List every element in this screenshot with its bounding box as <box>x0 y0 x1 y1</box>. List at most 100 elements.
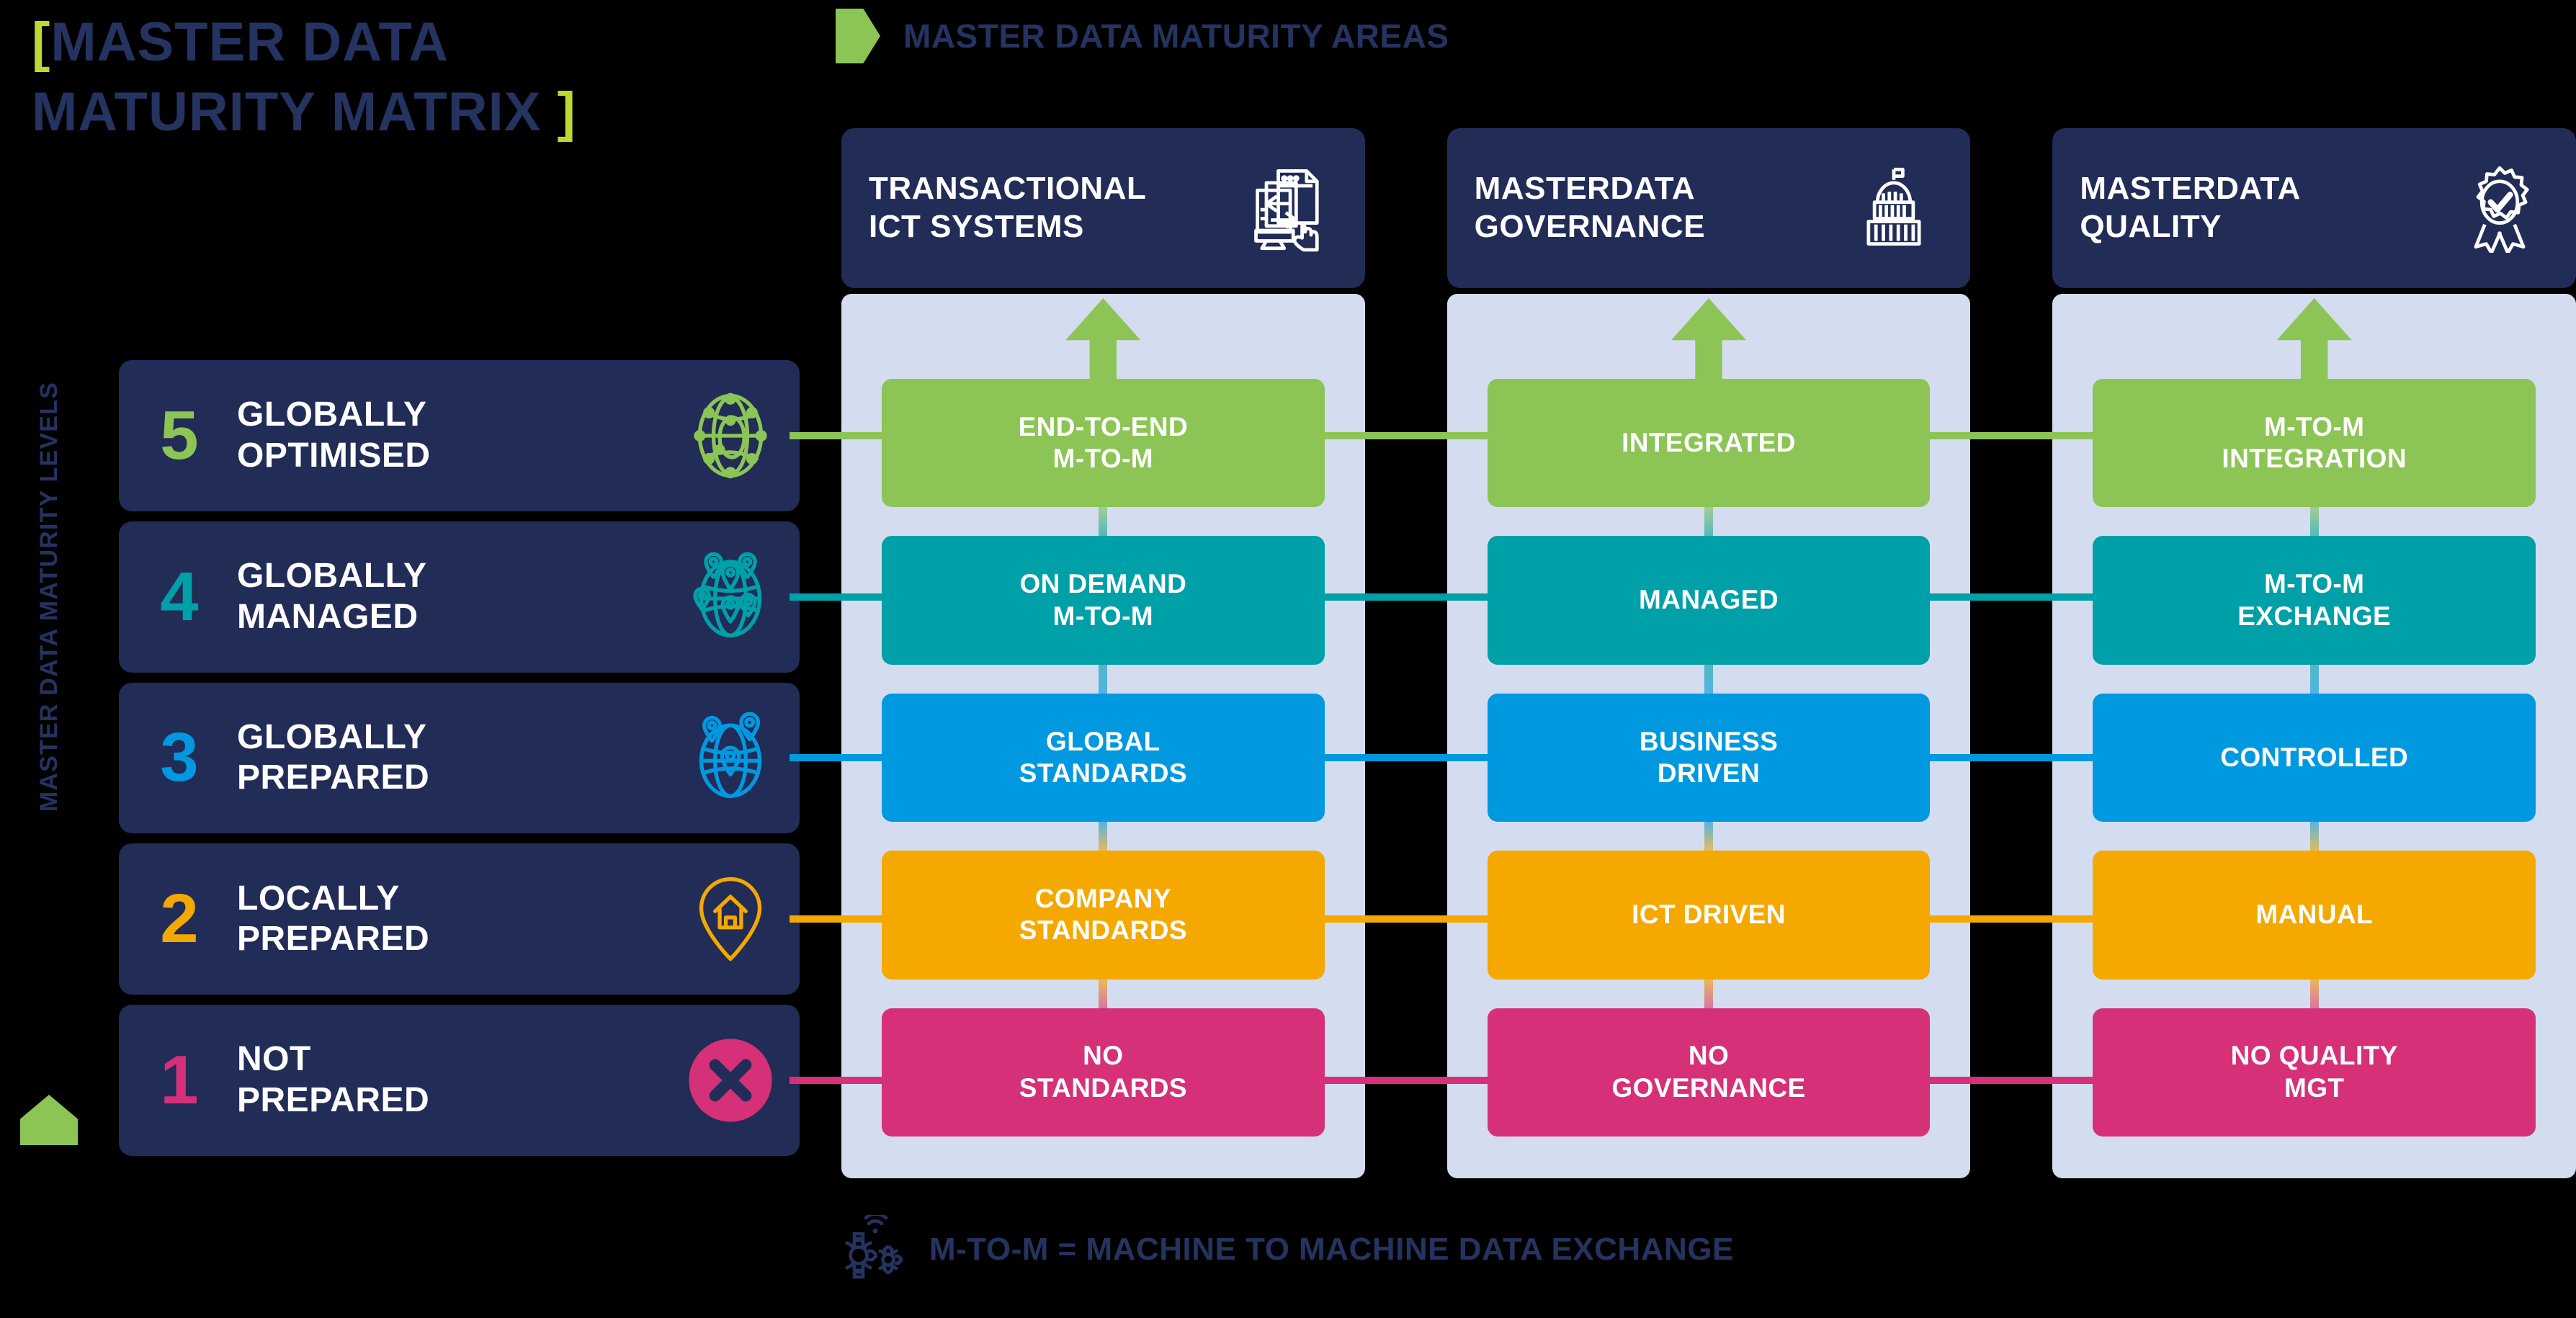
area-cell[interactable]: ON DEMAND M-TO-M <box>882 536 1325 665</box>
cell-connector <box>1099 977 1108 1010</box>
area-cell[interactable]: NO GOVERNANCE <box>1487 1008 1931 1137</box>
area-cell-label: M-TO-M INTEGRATION <box>2213 411 2415 475</box>
arrow-up-icon <box>1671 298 1746 379</box>
area-cell[interactable]: MANUAL <box>2093 851 2536 979</box>
footer-legend: M-TO-M = MACHINE TO MACHINE DATA EXCHANG… <box>836 1210 1734 1289</box>
area-cell[interactable]: NO QUALITY MGT <box>2093 1008 2536 1137</box>
page-title-block: [MASTER DATA MATURITY MATRIX ] <box>0 7 814 194</box>
area-cell[interactable]: NO STANDARDS <box>882 1008 1325 1137</box>
area-cell-line2: GOVERNANCE <box>1611 1072 1806 1103</box>
cell-connector <box>2309 506 2319 538</box>
chevron-right-icon <box>836 9 880 63</box>
levels-axis-label: MASTER DATA MATURITY LEVELS <box>35 382 63 812</box>
area-cell-line2: M-TO-M <box>1052 601 1154 631</box>
area-cell-line1: NO <box>1688 1041 1730 1071</box>
area-cell-label: ICT DRIVEN <box>1623 899 1794 931</box>
title-line-2: MATURITY MATRIX <box>32 81 542 143</box>
maturity-level-number: 2 <box>160 880 199 958</box>
globe-pin-icon <box>680 711 781 804</box>
maturity-level-title: GLOBALLY OPTIMISED <box>237 395 680 476</box>
maturity-level-card-5[interactable]: 5 GLOBALLY OPTIMISED <box>119 360 800 511</box>
area-cell[interactable]: M-TO-M EXCHANGE <box>2093 536 2536 665</box>
area-cell-line2: STANDARDS <box>1019 758 1187 789</box>
area-cell-label: NO QUALITY MGT <box>2222 1040 2407 1104</box>
area-cell[interactable]: MANAGED <box>1487 536 1931 665</box>
home-pin-icon <box>680 872 781 966</box>
cross-circle-icon <box>680 1034 781 1127</box>
area-cell-line1: M-TO-M <box>2263 569 2365 599</box>
area-cell-line2: STANDARDS <box>1019 915 1187 946</box>
cell-connector <box>2309 820 2319 853</box>
area-cell-line2: STANDARDS <box>1019 1072 1187 1103</box>
area-panel-body: M-TO-M INTEGRATION M-TO-M EXCHANGE CONTROLLE… <box>2052 294 2576 1178</box>
maturity-level-title-line1: GLOBALLY <box>237 557 427 596</box>
area-cell-line1: NO QUALITY <box>2230 1041 2398 1071</box>
area-cell-line1: MANAGED <box>1639 585 1779 615</box>
maturity-level-number: 1 <box>160 1041 199 1119</box>
area-panel-title: TRANSACTIONAL ICT SYSTEMS <box>869 170 1238 246</box>
area-cell[interactable]: GLOBAL STANDARDS <box>882 693 1325 822</box>
maturity-level-title-line1: LOCALLY <box>237 879 400 918</box>
area-cell-line1: NO <box>1083 1041 1124 1071</box>
area-cell-line2: DRIVEN <box>1657 758 1761 789</box>
area-cell-label: COMPANY STANDARDS <box>1011 883 1196 947</box>
area-panel-header: MASTERDATA QUALITY <box>2052 128 2576 288</box>
globe-multi-pin-icon <box>680 550 781 644</box>
area-cell[interactable]: INTEGRATED <box>1487 379 1931 508</box>
maturity-level-title-line1: GLOBALLY <box>237 395 427 434</box>
area-cell-label: CONTROLLED <box>2211 742 2417 774</box>
globe-network-icon <box>680 389 781 483</box>
arrow-up-icon <box>2276 298 2352 379</box>
area-panel-title: MASTERDATA GOVERNANCE <box>1475 170 1844 246</box>
cell-connector <box>1099 820 1108 853</box>
area-panel-title-line2: ICT SYSTEMS <box>869 209 1084 244</box>
area-panel-3: MASTERDATA QUALITY M-TO-M INTEGRATION M-TO-M… <box>2052 128 2576 1178</box>
arrow-up-icon <box>1065 298 1141 379</box>
area-cell[interactable]: BUSINESS DRIVEN <box>1487 693 1931 822</box>
document-exchange-icon <box>1238 165 1339 252</box>
area-cell-label: BUSINESS DRIVEN <box>1631 726 1786 790</box>
maturity-level-title: GLOBALLY MANAGED <box>237 556 680 637</box>
maturity-level-card-4[interactable]: 4 GLOBALLY MANAGED <box>119 521 800 673</box>
area-cell[interactable]: CONTROLLED <box>2093 693 2536 822</box>
cell-connector <box>2309 977 2319 1010</box>
area-cell-line2: INTEGRATION <box>2222 444 2407 474</box>
area-cell[interactable]: M-TO-M INTEGRATION <box>2093 379 2536 508</box>
gears-wifi-icon <box>836 1211 911 1285</box>
area-panel-header: TRANSACTIONAL ICT SYSTEMS <box>841 128 1365 288</box>
cell-connector <box>1099 663 1108 695</box>
area-panel-body: END-TO-END M-TO-M ON DEMAND M-TO-M GLOBAL STA… <box>841 294 1365 1178</box>
area-cell-label: END-TO-END M-TO-M <box>1010 411 1197 475</box>
area-cell-line1: ON DEMAND <box>1019 569 1187 599</box>
areas-heading-label: MASTER DATA MATURITY AREAS <box>903 17 1449 55</box>
area-cell-label: MANUAL <box>2247 899 2382 931</box>
cell-connector <box>1704 820 1713 853</box>
government-building-icon <box>1843 165 1944 251</box>
area-cell-line2: MGT <box>2284 1072 2345 1103</box>
area-cell[interactable]: COMPANY STANDARDS <box>882 851 1325 979</box>
area-cell[interactable]: ICT DRIVEN <box>1487 851 1931 979</box>
area-panel-title-line2: QUALITY <box>2080 209 2222 244</box>
cell-connector <box>1704 663 1713 695</box>
area-cell-line1: M-TO-M <box>2263 411 2365 441</box>
maturity-level-title-line2: PREPARED <box>237 920 430 959</box>
area-cell-label: NO STANDARDS <box>1011 1040 1196 1104</box>
cell-connector <box>1099 506 1108 538</box>
maturity-level-title-line2: PREPARED <box>237 1081 430 1120</box>
area-cell-label: MANAGED <box>1630 584 1787 616</box>
area-cell-line1: MANUAL <box>2255 900 2374 930</box>
area-cell-line1: INTEGRATED <box>1622 428 1796 457</box>
maturity-level-title: GLOBALLY PREPARED <box>237 717 680 799</box>
maturity-level-card-3[interactable]: 3 GLOBALLY PREPARED <box>119 682 800 834</box>
area-cell-line1: BUSINESS <box>1639 726 1779 756</box>
maturity-areas-panels: TRANSACTIONAL ICT SYSTEMS END-TO-END M-TO-M… <box>841 128 2576 1178</box>
maturity-level-title: LOCALLY PREPARED <box>237 879 680 960</box>
cell-connector <box>2309 663 2319 695</box>
maturity-level-card-1[interactable]: 1 NOT PREPARED <box>119 1005 800 1156</box>
area-cell[interactable]: END-TO-END M-TO-M <box>882 379 1325 508</box>
areas-heading: MASTER DATA MATURITY AREAS <box>836 6 1449 66</box>
area-panel-header: MASTERDATA GOVERNANCE <box>1446 128 1971 288</box>
maturity-level-number: 4 <box>160 557 199 635</box>
maturity-level-card-2[interactable]: 2 LOCALLY PREPARED <box>119 843 800 995</box>
maturity-level-title-line1: NOT <box>237 1040 311 1079</box>
